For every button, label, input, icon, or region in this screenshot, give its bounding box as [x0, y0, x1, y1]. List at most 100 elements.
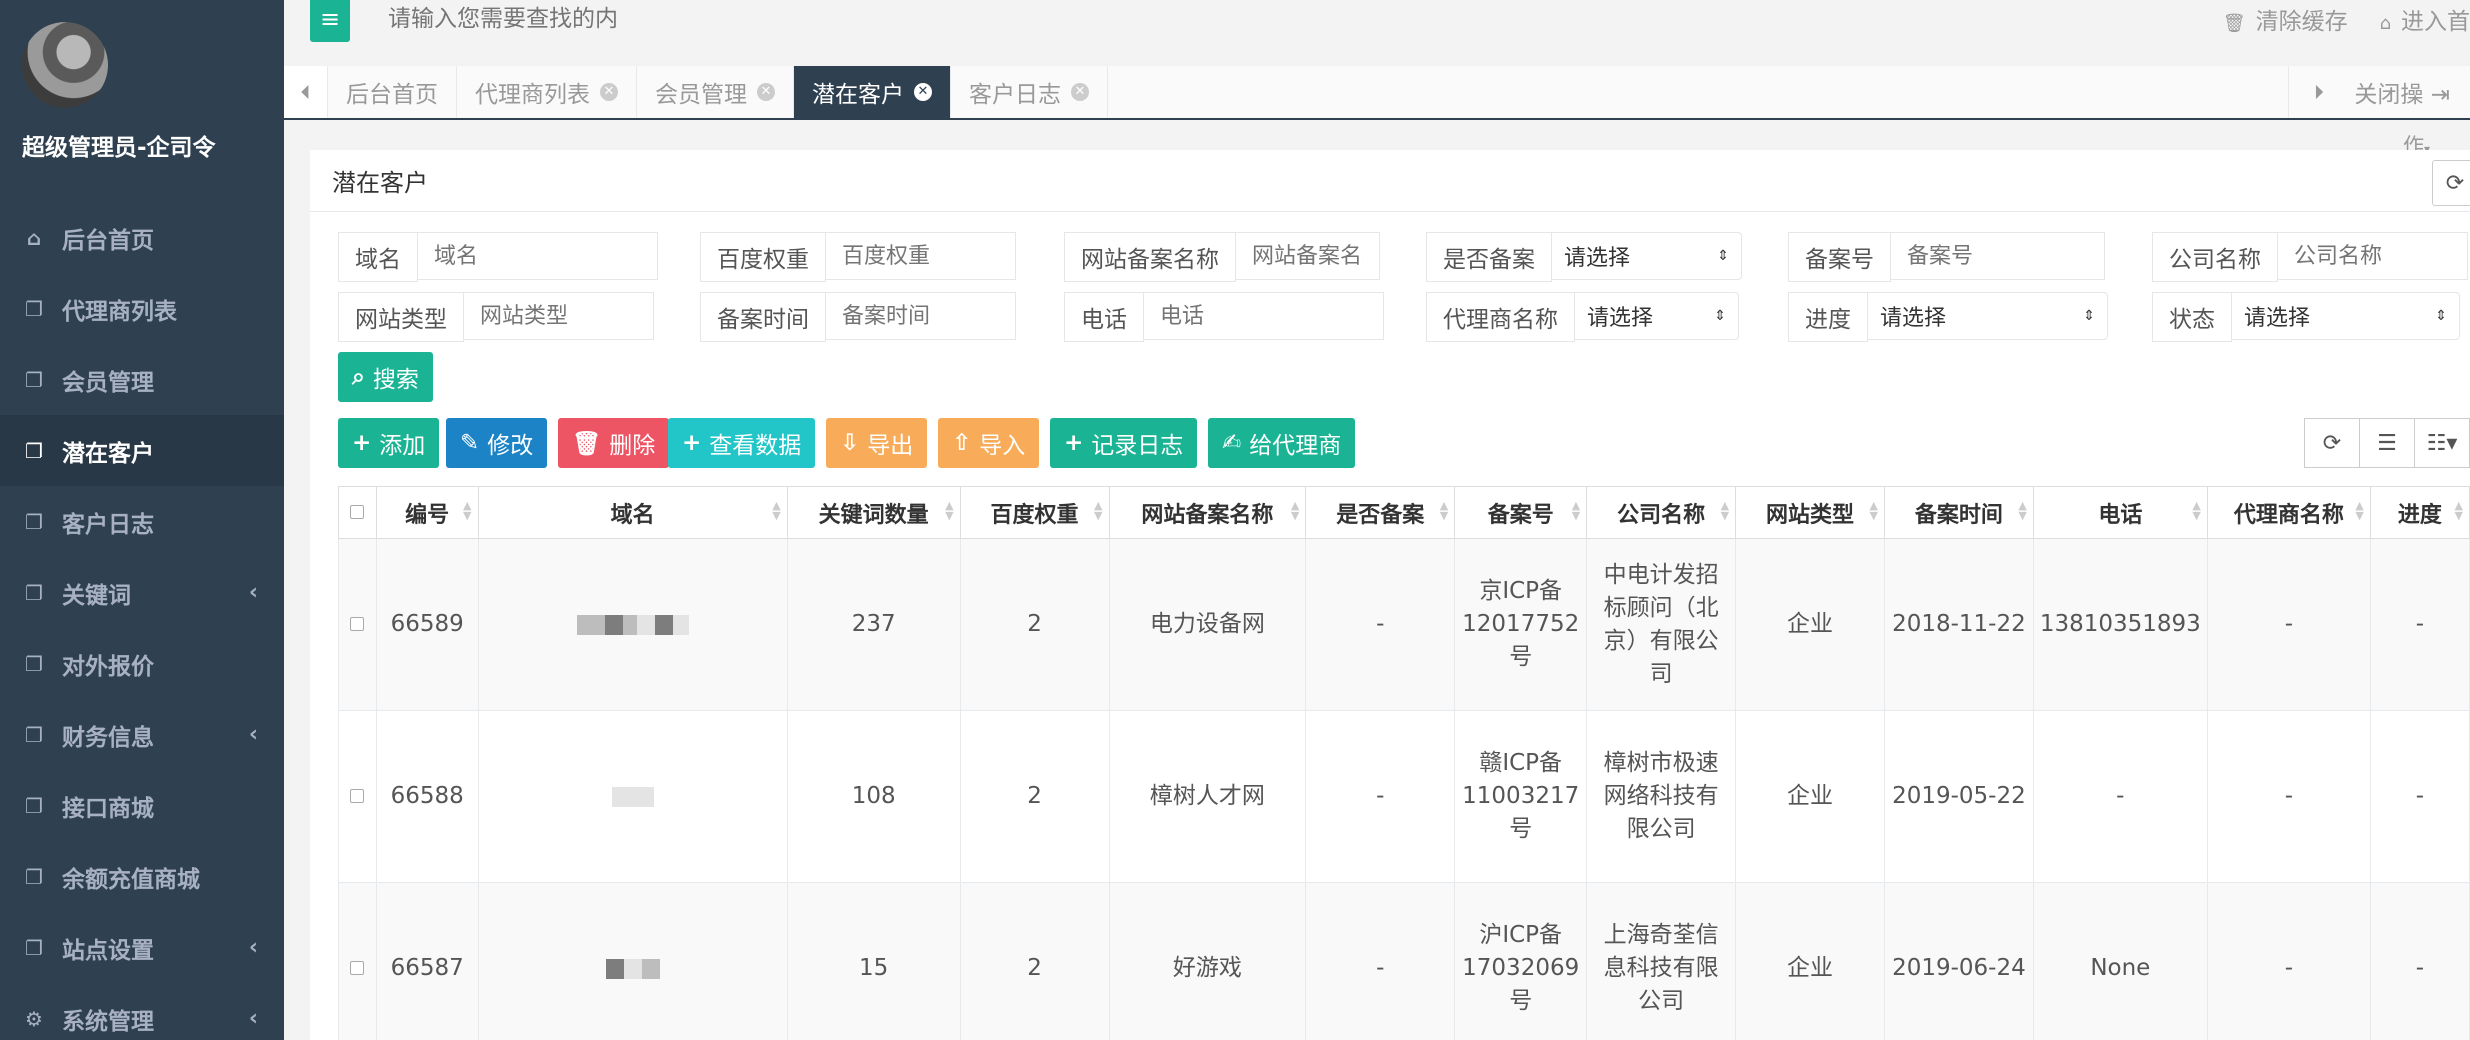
- copy-icon: ❐: [25, 438, 43, 463]
- export-button[interactable]: ⇩ 导出: [826, 418, 928, 468]
- progress-select[interactable]: 请选择 ⇕: [1868, 292, 2108, 340]
- search-button[interactable]: ⌕ 搜索: [338, 352, 433, 402]
- close-tab-icon[interactable]: ✕: [600, 83, 618, 101]
- column-header[interactable]: 百度权重 ▲ ▼: [959, 486, 1110, 539]
- sidebar-item[interactable]: ❐ 关键词 ‹: [0, 557, 284, 628]
- status-select[interactable]: 请选择 ⇕: [2232, 292, 2460, 340]
- to-agent-button[interactable]: ✍ 给代理商: [1208, 418, 1356, 468]
- menu-toggle-button[interactable]: ≡: [310, 0, 350, 42]
- table-cell: 中电计发招标顾问（北京）有限公司: [1586, 538, 1737, 711]
- page-tab[interactable]: 客户日志 ✕: [951, 66, 1108, 118]
- sidebar-item[interactable]: ❐ 接口商城: [0, 770, 284, 841]
- table-cell: 2018-11-22: [1883, 538, 2034, 711]
- column-header[interactable]: 编号 ▲ ▼: [375, 486, 479, 539]
- columns-dropdown-button[interactable]: ☷▾: [2414, 418, 2470, 468]
- sidebar-item[interactable]: ❐ 客户日志: [0, 486, 284, 557]
- row-select-cell[interactable]: [338, 710, 377, 883]
- site-type-input[interactable]: [464, 292, 654, 340]
- enter-home-link[interactable]: ⌂ 进入首: [2380, 2, 2470, 36]
- copy-icon: ❐: [25, 651, 43, 676]
- sidebar-item[interactable]: ❐ 站点设置 ‹: [0, 912, 284, 983]
- site-name-input[interactable]: [1236, 232, 1380, 280]
- close-tab-icon[interactable]: ✕: [1071, 83, 1089, 101]
- table-cell: 好游戏: [1108, 882, 1307, 1040]
- chevron-left-icon: ‹: [248, 1006, 258, 1031]
- table-cell: 企业: [1735, 882, 1885, 1040]
- sidebar-item[interactable]: ❐ 余额充值商城: [0, 841, 284, 912]
- is-filed-select[interactable]: 请选择 ⇕: [1552, 232, 1742, 280]
- row-select-cell[interactable]: [338, 882, 377, 1040]
- tabs-scroll-left-button[interactable]: ⏴: [284, 66, 328, 118]
- phone-input[interactable]: [1144, 292, 1384, 340]
- sidebar-item[interactable]: ⌂ 后台首页: [0, 202, 284, 273]
- agent-name-select[interactable]: 请选择 ⇕: [1575, 292, 1739, 340]
- delete-button[interactable]: 🗑 删除: [558, 418, 670, 468]
- column-header[interactable]: 电话 ▲ ▼: [2032, 486, 2208, 539]
- close-tab-icon[interactable]: ✕: [757, 83, 775, 101]
- table-cell: 2: [959, 882, 1110, 1040]
- filing-time-input[interactable]: [826, 292, 1016, 340]
- table-cell: 赣ICP备11003217号: [1454, 710, 1588, 883]
- select-arrows-icon: ⇕: [1717, 248, 1729, 264]
- sidebar-item-label: 关键词: [62, 582, 131, 609]
- domain-input[interactable]: [418, 232, 658, 280]
- sidebar-item[interactable]: ⚙ 系统管理 ‹: [0, 983, 284, 1040]
- toggle-view-button[interactable]: ☰: [2359, 418, 2415, 468]
- baidu-weight-input[interactable]: [826, 232, 1016, 280]
- select-all-checkbox[interactable]: [350, 505, 365, 519]
- page-tab[interactable]: 后台首页: [328, 66, 457, 118]
- table-cell-domain: [477, 882, 788, 1040]
- column-header[interactable]: 代理商名称 ▲ ▼: [2206, 486, 2371, 539]
- view-data-button[interactable]: + 查看数据: [668, 418, 816, 468]
- sidebar-item[interactable]: ❐ 对外报价: [0, 628, 284, 699]
- page-tab[interactable]: 潜在客户 ✕: [794, 66, 951, 118]
- user-profile: 超级管理员-企司令: [0, 0, 284, 170]
- row-checkbox[interactable]: [350, 789, 365, 803]
- company-input[interactable]: [2278, 232, 2468, 280]
- table-cell: 2019-05-22: [1883, 710, 2034, 883]
- column-header[interactable]: 关键词数量 ▲ ▼: [786, 486, 961, 539]
- table-row[interactable]: 66588 108 2 樟树人才网 - 赣ICP备11003217号 樟树市极速网络科技有限…: [338, 710, 2470, 883]
- column-header[interactable]: 域名 ▲ ▼: [477, 486, 788, 539]
- column-header-label: 备案号: [1487, 502, 1554, 528]
- page-tab[interactable]: 代理商列表 ✕: [457, 66, 637, 118]
- table-row[interactable]: 66589 237 2 电力设备网 - 京ICP备12017752号 中电计发招标顾问（北京…: [338, 538, 2470, 711]
- filter-label: 状态: [2152, 292, 2232, 342]
- column-header[interactable]: 备案时间 ▲ ▼: [1883, 486, 2034, 539]
- filing-no-input[interactable]: [1891, 232, 2105, 280]
- column-header[interactable]: 是否备案 ▲ ▼: [1305, 486, 1456, 539]
- column-header[interactable]: 公司名称 ▲ ▼: [1586, 486, 1737, 539]
- row-select-cell[interactable]: [338, 538, 377, 711]
- select-all-header[interactable]: [338, 486, 377, 539]
- user-name[interactable]: 超级管理员-企司令: [22, 128, 284, 162]
- table-refresh-button[interactable]: ⟳: [2304, 418, 2360, 468]
- global-search-input[interactable]: [388, 2, 648, 36]
- clear-cache-link[interactable]: 🗑 清除缓存: [2223, 2, 2348, 36]
- close-operations-dropdown[interactable]: 关闭操 ⇥: [2348, 75, 2470, 109]
- clear-cache-label: 清除缓存: [2255, 9, 2348, 35]
- sidebar-item[interactable]: ❐ 代理商列表: [0, 273, 284, 344]
- column-header[interactable]: 备案号 ▲ ▼: [1454, 486, 1588, 539]
- chevron-left-icon: ‹: [248, 580, 258, 605]
- page-tab[interactable]: 会员管理 ✕: [637, 66, 794, 118]
- row-checkbox[interactable]: [350, 961, 365, 975]
- column-header[interactable]: 网站备案名称 ▲ ▼: [1108, 486, 1307, 539]
- panel-refresh-button[interactable]: ⟳: [2432, 160, 2470, 206]
- table-cell-domain: [477, 710, 788, 883]
- row-checkbox[interactable]: [350, 617, 365, 631]
- close-tab-icon[interactable]: ✕: [914, 83, 932, 101]
- record-log-button[interactable]: + 记录日志: [1050, 418, 1198, 468]
- column-header[interactable]: 网站类型 ▲ ▼: [1735, 486, 1885, 539]
- import-button[interactable]: ⇧ 导入: [938, 418, 1040, 468]
- edit-button[interactable]: ✎ 修改: [446, 418, 548, 468]
- table-body: 66589 237 2 电力设备网 - 京ICP备12017752号 中电计发招标顾问（北京…: [338, 538, 2470, 1040]
- sidebar-item[interactable]: ❐ 财务信息 ‹: [0, 699, 284, 770]
- add-button[interactable]: + 添加: [338, 418, 440, 468]
- table-row[interactable]: 66587 15 2 好游戏 - 沪ICP备17032069号 上海奇荃信息科技有限公司 企业…: [338, 882, 2470, 1040]
- sidebar-item[interactable]: ❐ 会员管理: [0, 344, 284, 415]
- sidebar-item[interactable]: ❐ 潜在客户: [0, 415, 284, 486]
- plus-icon: +: [352, 430, 372, 456]
- avatar[interactable]: [22, 22, 108, 108]
- tabs-scroll-right-button[interactable]: ⏵: [2288, 66, 2348, 118]
- column-header[interactable]: 进度 ▲ ▼: [2369, 486, 2470, 539]
